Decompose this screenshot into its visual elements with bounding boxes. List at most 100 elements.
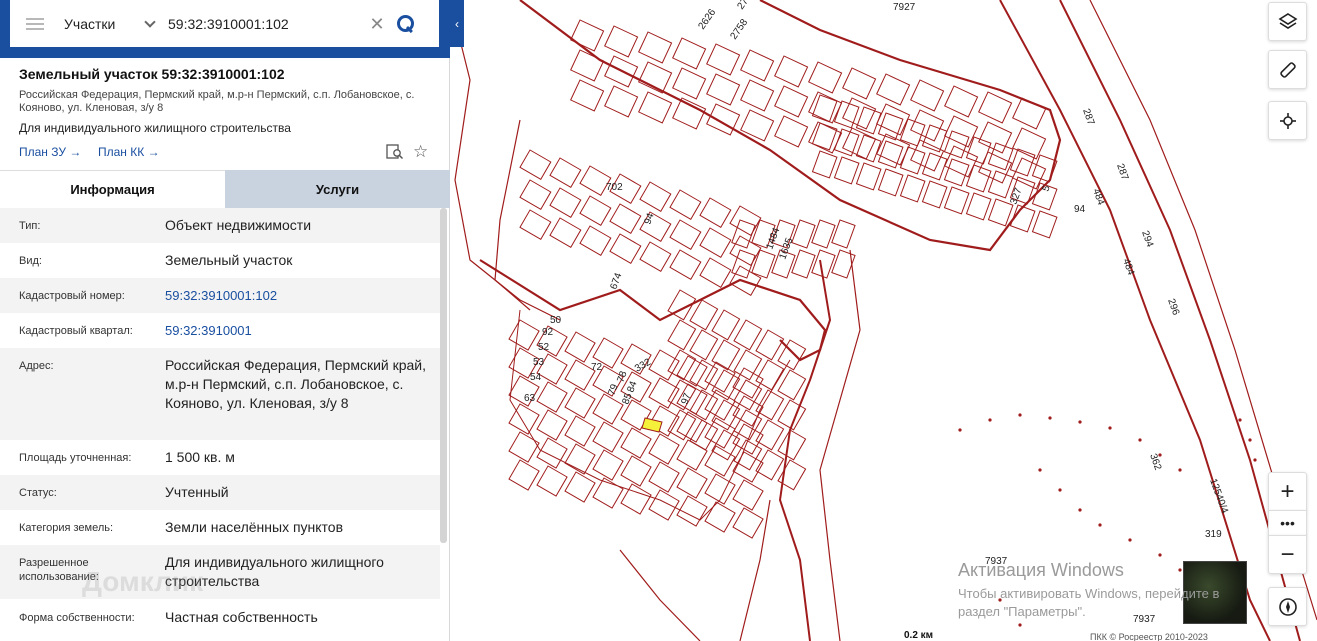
parcel-outline[interactable] — [672, 67, 707, 100]
parcel-outline[interactable] — [733, 319, 763, 351]
parcel-outline[interactable] — [732, 507, 764, 539]
parcel-outline[interactable] — [672, 37, 707, 70]
parcel-outline[interactable] — [842, 67, 877, 100]
parcel-outline[interactable] — [755, 329, 785, 361]
parcel-outline[interactable] — [833, 156, 860, 185]
plan-kk-link[interactable]: План КК → — [98, 145, 160, 159]
parcel-outline[interactable] — [519, 209, 552, 241]
parcel-outline[interactable] — [549, 217, 582, 249]
parcel-outline[interactable] — [508, 403, 540, 435]
parcel-outline[interactable] — [740, 49, 775, 82]
parcel-outline[interactable] — [965, 164, 992, 193]
parcel-outline[interactable] — [910, 79, 945, 112]
parcel-outline[interactable] — [536, 465, 568, 497]
parcel-outline[interactable] — [855, 106, 882, 135]
parcel-outline[interactable] — [921, 152, 948, 181]
parcel-outline[interactable] — [609, 233, 642, 265]
compass-button[interactable] — [1268, 587, 1307, 626]
tab-services[interactable]: Услуги — [225, 170, 450, 208]
parcel-outline[interactable] — [706, 43, 741, 76]
parcel-outline[interactable] — [570, 19, 605, 52]
parcel-outline[interactable] — [508, 431, 540, 463]
parcel-outline[interactable] — [831, 249, 856, 279]
parcel-outline[interactable] — [833, 128, 860, 157]
parcel-outline[interactable] — [877, 140, 904, 169]
parcel-outline[interactable] — [733, 409, 763, 441]
parcel-outline[interactable] — [564, 387, 596, 419]
parcel-outline[interactable] — [672, 97, 707, 130]
parcel-outline[interactable] — [876, 73, 911, 106]
parcel-outline[interactable] — [791, 219, 816, 249]
locate-button[interactable] — [1268, 101, 1307, 140]
parcel-outline[interactable] — [648, 433, 680, 465]
parcel-outline[interactable] — [699, 257, 732, 289]
parcel-outline[interactable] — [564, 415, 596, 447]
parcel-outline[interactable] — [519, 179, 552, 211]
parcel-outline[interactable] — [519, 149, 552, 181]
parcel-outline[interactable] — [921, 180, 948, 209]
parcel-outline[interactable] — [638, 31, 673, 64]
parcel-outline[interactable] — [699, 227, 732, 259]
parcel-outline[interactable] — [648, 489, 680, 521]
parcel-outline[interactable] — [704, 501, 736, 533]
parcel-outline[interactable] — [1031, 210, 1058, 239]
layer-select[interactable]: Участки — [64, 16, 140, 32]
zoom-more-button[interactable]: ••• — [1268, 510, 1307, 536]
parcel-outline[interactable] — [751, 249, 776, 279]
parcel-outline[interactable] — [536, 437, 568, 469]
parcel-outline[interactable] — [965, 192, 992, 221]
parcel-outline[interactable] — [910, 139, 945, 172]
zoom-in-button[interactable]: + — [1268, 472, 1307, 511]
parcel-outline[interactable] — [579, 195, 612, 227]
plan-zu-link[interactable]: План ЗУ → — [19, 145, 81, 159]
parcel-outline[interactable] — [570, 79, 605, 112]
parcel-outline[interactable] — [774, 85, 809, 118]
parcel-outline[interactable] — [592, 393, 624, 425]
tab-info[interactable]: Информация — [0, 170, 225, 208]
parcel-outline[interactable] — [1012, 127, 1047, 160]
parcel-outline[interactable] — [731, 249, 756, 279]
parcel-outline[interactable] — [604, 25, 639, 58]
parcel-outline[interactable] — [508, 459, 540, 491]
parcel-outline[interactable] — [943, 186, 970, 215]
parcel-outline[interactable] — [978, 121, 1013, 154]
parcel-outline[interactable] — [676, 467, 708, 499]
clear-icon[interactable]: ✕ — [369, 15, 385, 33]
parcel-outline[interactable] — [1012, 157, 1047, 190]
parcel-outline[interactable] — [676, 439, 708, 471]
parcel-outline[interactable] — [811, 219, 836, 249]
parcel-outline[interactable] — [987, 170, 1014, 199]
parcel-outline[interactable] — [943, 158, 970, 187]
ruler-button[interactable] — [1268, 50, 1307, 89]
parcel-outline[interactable] — [579, 225, 612, 257]
parcel-outline[interactable] — [704, 445, 736, 477]
parcel-outline[interactable] — [549, 187, 582, 219]
scrollbar[interactable] — [440, 208, 447, 543]
parcel-outline[interactable] — [987, 142, 1014, 171]
star-icon[interactable]: ☆ — [413, 143, 431, 160]
parcel-outline[interactable] — [536, 381, 568, 413]
parcel-outline[interactable] — [711, 309, 741, 341]
parcel-outline[interactable] — [921, 124, 948, 153]
parcel-outline[interactable] — [978, 91, 1013, 124]
collapse-panel-button[interactable]: ‹ — [450, 0, 464, 47]
parcel-outline[interactable] — [777, 339, 807, 371]
parcel-outline[interactable] — [855, 134, 882, 163]
parcel-outline[interactable] — [711, 339, 741, 371]
parcel-outline[interactable] — [564, 471, 596, 503]
parcel-outline[interactable] — [669, 219, 702, 251]
parcel-outline[interactable] — [648, 461, 680, 493]
parcel-outline[interactable] — [648, 377, 680, 409]
parcel-outline[interactable] — [831, 219, 856, 249]
parcel-outline[interactable] — [609, 203, 642, 235]
parcel-outline[interactable] — [699, 197, 732, 229]
cadastral-quarter-link[interactable]: 59:32:3910001 — [165, 321, 435, 340]
menu-icon[interactable] — [26, 17, 44, 30]
chevron-down-icon[interactable] — [144, 15, 156, 28]
parcel-outline[interactable] — [944, 115, 979, 148]
parcel-outline[interactable] — [755, 449, 785, 481]
parcel-outline[interactable] — [777, 369, 807, 401]
parcel-outline[interactable] — [536, 409, 568, 441]
parcel-outline[interactable] — [706, 73, 741, 106]
parcel-outline[interactable] — [740, 79, 775, 112]
